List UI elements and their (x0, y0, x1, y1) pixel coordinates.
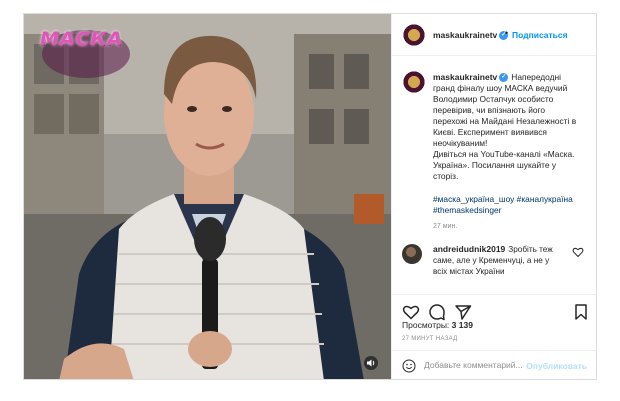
avatar[interactable] (402, 23, 426, 47)
author-username[interactable]: maskaukrainetv ✓ (433, 30, 509, 41)
post-sidebar: maskaukrainetv ✓ • Подписаться maskaukrai… (391, 14, 596, 379)
caption-line: неочікуваним! (433, 138, 488, 148)
post-header: maskaukrainetv ✓ • Подписаться (392, 14, 596, 56)
heart-icon[interactable] (572, 246, 584, 258)
caption-line: Києві. Експеримент виявився (433, 127, 547, 137)
post-video[interactable]: МАСКА (24, 14, 391, 379)
caption-line: перехожі на Майдані Незалежності в (433, 116, 577, 126)
caption-line: сторіз. (433, 171, 459, 181)
caption-line: гранд фіналу шоу МАСКА ведучий (433, 83, 568, 93)
caption-line: Україна». Посилання шукайте у (433, 160, 557, 170)
hashtag-link[interactable]: #маска_україна_шоу #каналукраїна (433, 194, 593, 205)
views-count: Просмотры: 3 139 (402, 320, 473, 330)
caption-avatar[interactable] (402, 70, 426, 94)
bookmark-icon[interactable] (572, 303, 590, 321)
publish-button[interactable]: Опубликовать (526, 361, 587, 371)
comment-username[interactable]: andreidudnik2019 (433, 244, 505, 254)
views-number: 3 139 (451, 320, 473, 330)
caption-username[interactable]: maskaukrainetv ✓ (433, 72, 509, 83)
comment-body: andreidudnik2019 Зробіть теж саме, але у … (433, 244, 558, 277)
separator-dot: • (505, 28, 509, 38)
show-logo: МАСКА (40, 28, 123, 50)
follow-button[interactable]: Подписаться (512, 30, 568, 40)
caption-line: Дивіться на YouTube-каналі «Маска. (433, 149, 575, 159)
action-bar (392, 294, 596, 321)
views-label: Просмотры: (402, 320, 450, 330)
comment-icon[interactable] (428, 303, 446, 321)
caption-line: перевірив, чи впізнають його (433, 105, 546, 115)
instagram-post: МАСКА maskaukrainetv ✓ • Подписаться mask… (23, 13, 597, 380)
caption-line: Володимир Остапчук особисто (433, 94, 554, 104)
comment-avatar[interactable] (402, 244, 422, 264)
smile-icon[interactable] (402, 359, 416, 373)
sound-icon[interactable] (364, 356, 378, 370)
heart-icon[interactable] (402, 303, 420, 321)
add-comment-bar: Опубликовать (392, 350, 596, 379)
caption-line: Напередодні (511, 72, 562, 82)
hashtags: #маска_україна_шоу #каналукраїна #themas… (433, 194, 593, 216)
caption-text: maskaukrainetv ✓ Напередодні гранд фіналу … (433, 72, 593, 182)
verified-badge-icon: ✓ (499, 73, 509, 83)
posted-time: 27 МИНУТ НАЗАД (402, 336, 458, 342)
hashtag-link[interactable]: #themaskedsinger (433, 205, 593, 216)
share-icon[interactable] (454, 303, 472, 321)
caption-time: 27 мин. (433, 223, 458, 230)
video-frame (24, 14, 391, 379)
